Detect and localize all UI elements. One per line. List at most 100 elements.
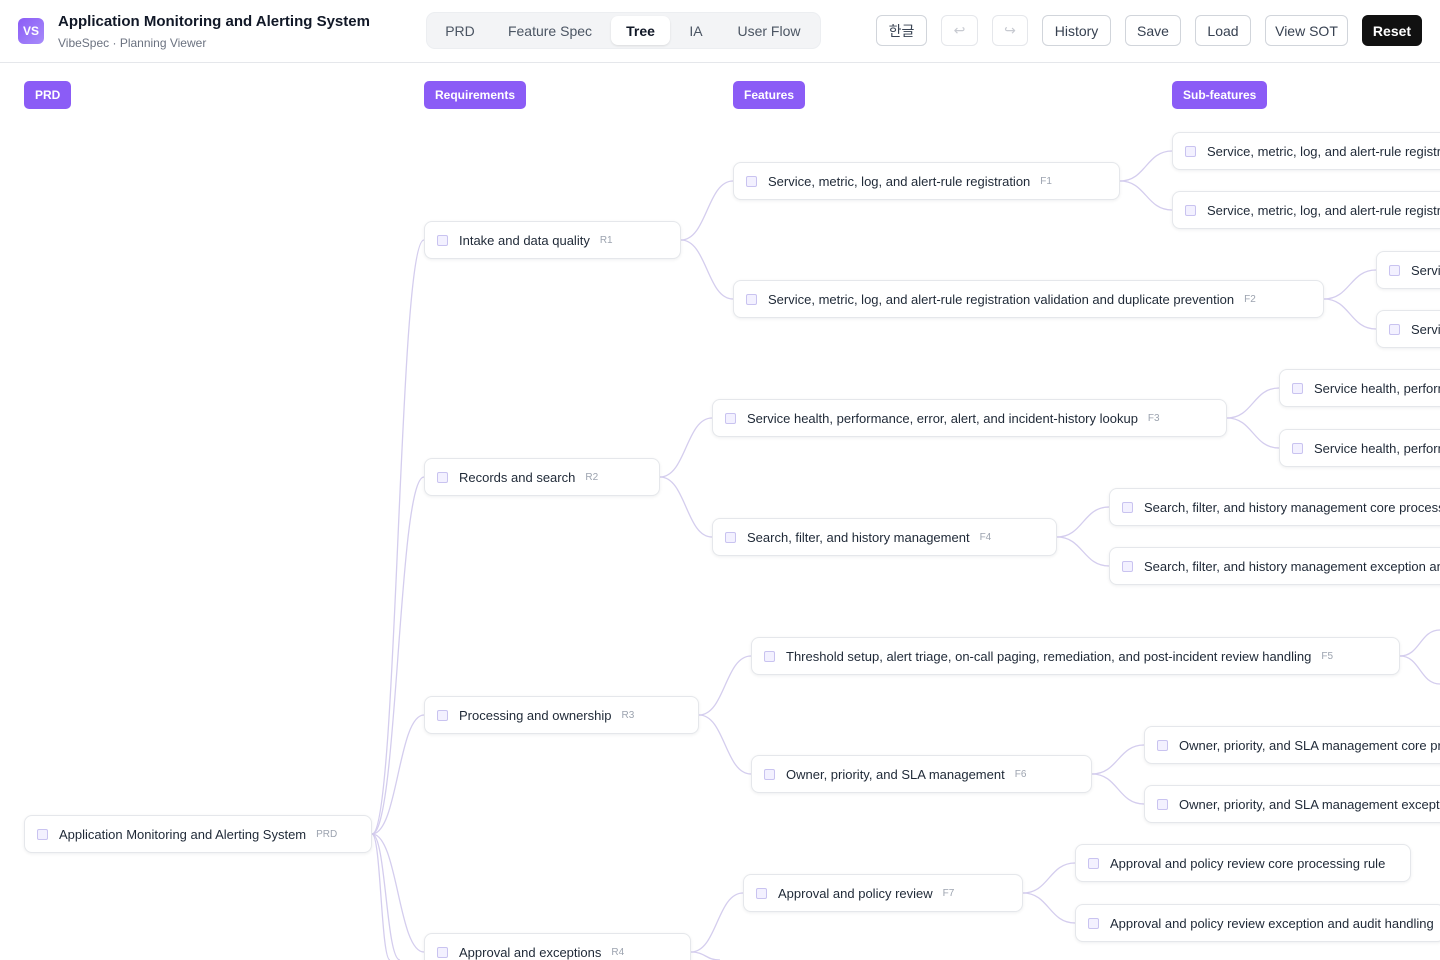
node-code: R3 xyxy=(621,709,635,721)
node-label: Service health, performance, error, aler… xyxy=(747,410,1138,426)
language-toggle-button[interactable]: 한글 xyxy=(876,15,927,46)
node-checkbox[interactable] xyxy=(1122,501,1133,513)
tree-link xyxy=(1399,655,1440,685)
node-label: Search, filter, and history management xyxy=(747,529,970,545)
node-checkbox[interactable] xyxy=(1157,798,1168,810)
tree-node-feature[interactable]: Search, filter, and history management F… xyxy=(712,518,1057,556)
tree-link xyxy=(371,833,401,960)
tree-node-feature[interactable]: Service, metric, log, and alert-rule reg… xyxy=(733,280,1324,318)
node-checkbox[interactable] xyxy=(725,412,736,424)
tree-link xyxy=(1022,862,1076,894)
node-checkbox[interactable] xyxy=(1292,382,1303,394)
redo-icon[interactable]: ↪ xyxy=(992,15,1028,46)
node-label: Approval and exceptions xyxy=(459,944,602,960)
tree-node-root[interactable]: Application Monitoring and Alerting Syst… xyxy=(24,815,372,853)
view-tabs: PRD Feature Spec Tree IA User Flow xyxy=(426,12,821,49)
tree-node-requirement[interactable]: Records and search R2 xyxy=(424,458,660,496)
tab-user-flow[interactable]: User Flow xyxy=(722,16,816,45)
node-label: Processing and ownership xyxy=(459,707,612,723)
node-checkbox[interactable] xyxy=(1389,264,1400,276)
tree-node-subfeature[interactable]: Owner, priority, and SLA management core… xyxy=(1144,726,1440,764)
tree-node-feature[interactable]: Approval and policy review F7 xyxy=(743,874,1023,912)
node-checkbox[interactable] xyxy=(437,709,448,721)
tree-node-requirement[interactable]: Intake and data quality R1 xyxy=(424,221,681,259)
node-label: Intake and data quality xyxy=(459,232,590,248)
tree-node-subfeature[interactable]: Approval and policy review exception and… xyxy=(1075,904,1440,942)
tree-node-subfeature[interactable]: Service, metric, log, and alert-rule reg… xyxy=(1172,132,1440,170)
tab-prd[interactable]: PRD xyxy=(431,16,489,45)
tree-link xyxy=(659,476,713,538)
node-label: Service, metric, log, and alert-rule reg… xyxy=(768,291,1235,307)
save-button[interactable]: Save xyxy=(1125,15,1181,46)
view-sot-button[interactable]: View SOT xyxy=(1265,15,1348,46)
node-checkbox[interactable] xyxy=(437,471,448,483)
tree-node-requirement[interactable]: Processing and ownership R3 xyxy=(424,696,699,734)
tab-feature-spec[interactable]: Feature Spec xyxy=(495,16,605,45)
node-checkbox[interactable] xyxy=(1185,204,1196,216)
node-checkbox[interactable] xyxy=(437,234,448,246)
tree-node-feature[interactable]: Service health, performance, error, aler… xyxy=(712,399,1227,437)
node-checkbox[interactable] xyxy=(1088,857,1099,869)
node-code: F3 xyxy=(1147,412,1160,424)
node-checkbox[interactable] xyxy=(756,887,767,899)
tree-node-requirement[interactable]: Approval and exceptions R4 xyxy=(424,933,691,960)
node-label: Service health, perform xyxy=(1314,380,1440,396)
tree-node-subfeature[interactable]: Search, filter, and history management c… xyxy=(1109,488,1440,526)
tree-link xyxy=(1119,180,1173,211)
tree-link xyxy=(1056,506,1110,538)
tree-node-feature[interactable]: Threshold setup, alert triage, on-call p… xyxy=(751,637,1400,675)
node-checkbox[interactable] xyxy=(764,768,775,780)
tree-link xyxy=(1226,387,1280,419)
node-label: Servic xyxy=(1411,321,1440,337)
node-code: R1 xyxy=(599,234,613,246)
tree-node-subfeature[interactable]: Approval and policy review core processi… xyxy=(1075,844,1411,882)
tree-link xyxy=(659,417,713,478)
reset-button[interactable]: Reset xyxy=(1362,15,1422,46)
tree-link xyxy=(680,239,734,300)
tree-node-feature[interactable]: Service, metric, log, and alert-rule reg… xyxy=(733,162,1120,200)
node-checkbox[interactable] xyxy=(1157,739,1168,751)
node-checkbox[interactable] xyxy=(1088,917,1099,929)
app-header: VS Application Monitoring and Alerting S… xyxy=(0,0,1440,63)
tree-node-subfeature[interactable]: Owner, priority, and SLA management exce… xyxy=(1144,785,1440,823)
node-checkbox[interactable] xyxy=(37,828,48,840)
node-checkbox[interactable] xyxy=(1185,145,1196,157)
load-button[interactable]: Load xyxy=(1195,15,1251,46)
node-label: Search, filter, and history management c… xyxy=(1144,499,1440,515)
tree-node-subfeature[interactable]: Servic xyxy=(1376,251,1440,289)
node-checkbox[interactable] xyxy=(1389,323,1400,335)
node-checkbox[interactable] xyxy=(764,650,775,662)
node-code: PRD xyxy=(316,828,338,840)
node-label: Owner, priority, and SLA management xyxy=(786,766,1005,782)
tree-node-feature[interactable]: Owner, priority, and SLA management F6 xyxy=(751,755,1092,793)
tree-canvas[interactable]: PRD Requirements Features Sub-features A… xyxy=(0,64,1440,960)
tab-tree[interactable]: Tree xyxy=(611,16,670,45)
node-code: F1 xyxy=(1040,175,1052,187)
node-checkbox[interactable] xyxy=(437,946,448,958)
column-header-prd: PRD xyxy=(24,81,72,109)
tree-link xyxy=(1091,744,1145,775)
tree-link xyxy=(371,714,425,835)
node-checkbox[interactable] xyxy=(746,175,757,187)
node-checkbox[interactable] xyxy=(1292,442,1303,454)
node-checkbox[interactable] xyxy=(1122,560,1133,572)
tree-link xyxy=(698,655,752,716)
tree-link xyxy=(1226,417,1280,449)
tree-node-subfeature[interactable]: Service health, perform xyxy=(1279,429,1440,467)
history-button[interactable]: History xyxy=(1042,15,1111,46)
tree-node-subfeature[interactable]: Servic xyxy=(1376,310,1440,348)
node-code: F6 xyxy=(1014,768,1027,780)
undo-icon[interactable]: ↩ xyxy=(941,15,978,46)
column-header-requirements: Requirements xyxy=(424,81,527,109)
tab-ia[interactable]: IA xyxy=(676,16,716,45)
tree-node-subfeature[interactable]: Service, metric, log, and alert-rule reg… xyxy=(1172,191,1440,229)
tree-link xyxy=(371,239,425,835)
tree-node-subfeature[interactable]: Service health, perform xyxy=(1279,369,1440,407)
tree-node-subfeature[interactable]: Search, filter, and history management e… xyxy=(1109,547,1440,585)
tree-link xyxy=(698,714,752,775)
node-checkbox[interactable] xyxy=(725,531,736,543)
node-checkbox[interactable] xyxy=(746,293,757,305)
column-header-features: Features xyxy=(733,81,806,109)
node-label: Approval and policy review exception and… xyxy=(1110,915,1434,931)
node-label: Owner, priority, and SLA management exce… xyxy=(1179,796,1440,812)
